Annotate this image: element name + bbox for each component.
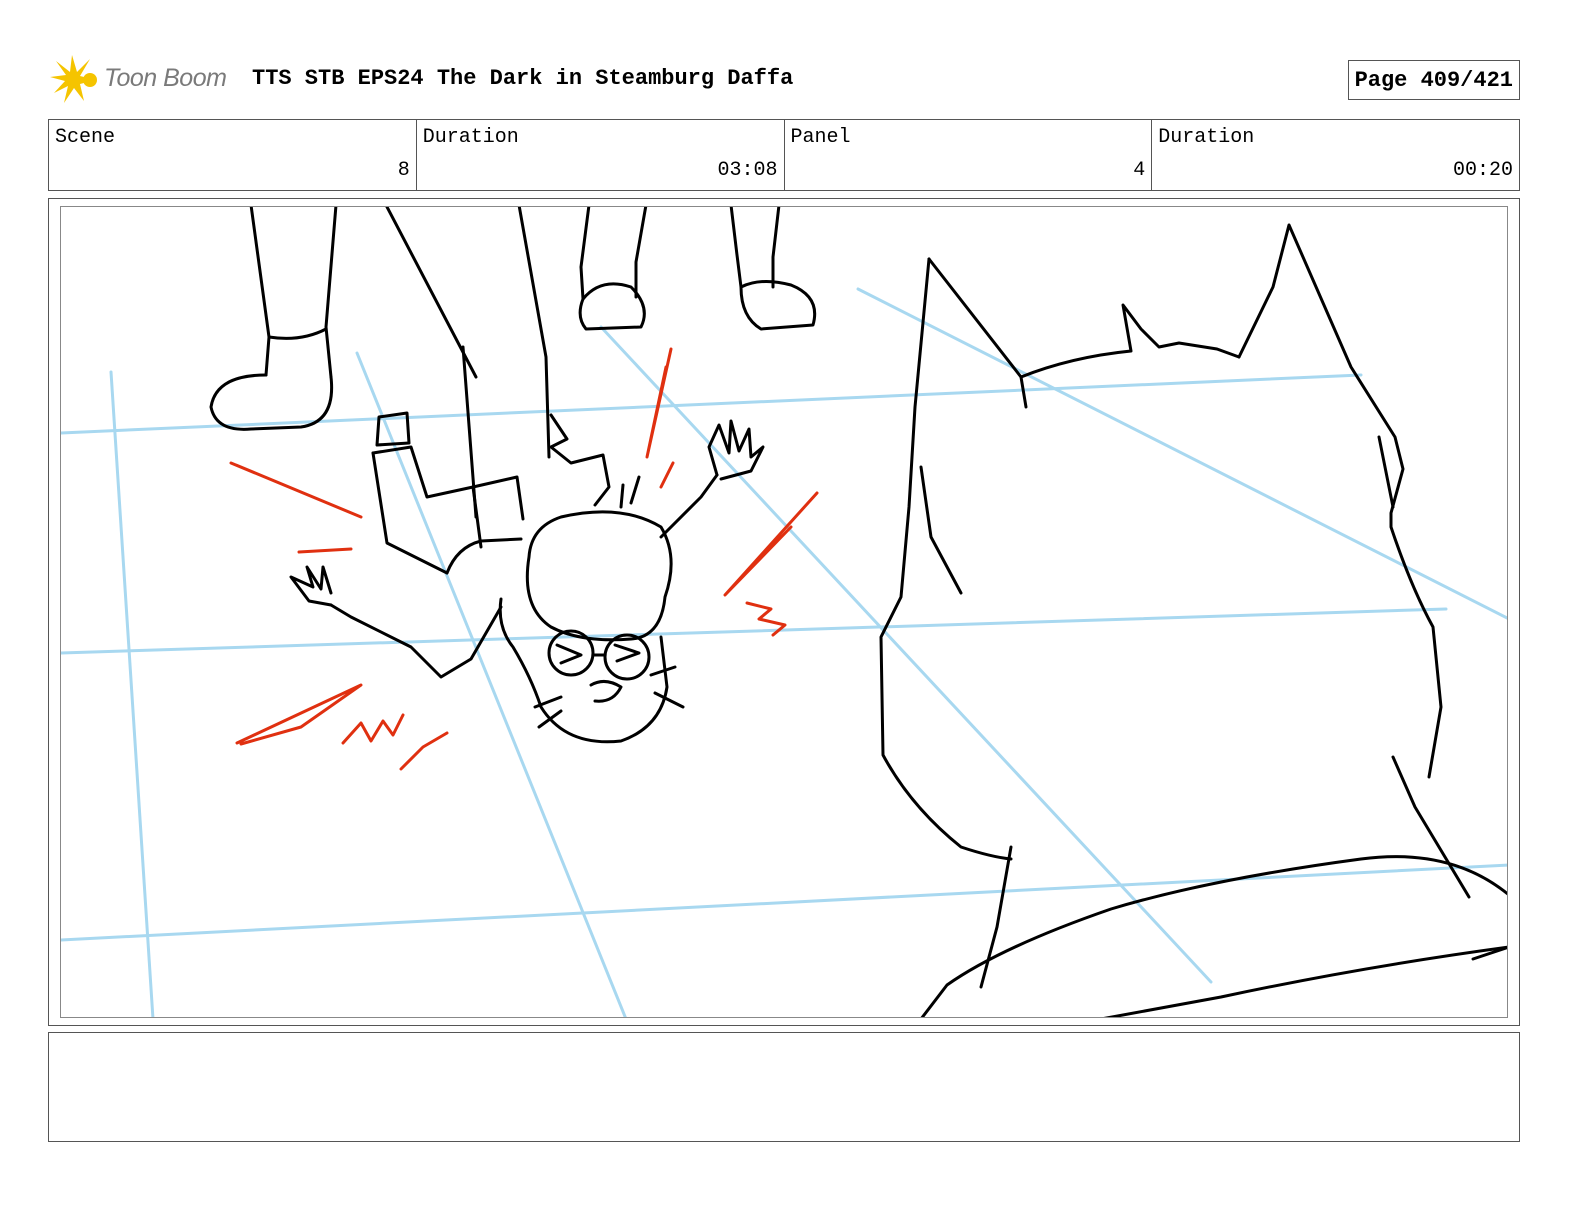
panel-duration-cell: Duration 00:20 <box>1152 120 1519 190</box>
logo-text: Toon Boom <box>104 64 227 92</box>
panel-duration-label: Duration <box>1158 126 1255 149</box>
scene-duration-label: Duration <box>422 126 519 149</box>
scene-info-row: Scene 8 Duration 03:08 Panel 4 Duration … <box>48 119 1520 191</box>
perspective-guides <box>61 287 1507 1017</box>
scene-duration-value: 03:08 <box>717 159 778 182</box>
scene-label: Scene <box>55 126 116 149</box>
panel-value: 4 <box>1133 159 1146 182</box>
panel-cell: Panel 4 <box>785 120 1153 190</box>
storyboard-panel <box>48 198 1520 1026</box>
panel-notes <box>48 1032 1520 1142</box>
toon-boom-logo: Toon Boom <box>48 52 248 108</box>
scene-duration-cell: Duration 03:08 <box>417 120 785 190</box>
page-number: Page 409/421 <box>1347 60 1520 100</box>
panel-duration-value: 00:20 <box>1452 159 1513 182</box>
starburst-icon <box>50 55 97 103</box>
document-title: TTS STB EPS24 The Dark in Steamburg Daff… <box>252 66 794 91</box>
panel-sketch <box>61 207 1507 1017</box>
panel-frame <box>60 206 1508 1018</box>
scene-value: 8 <box>397 159 410 182</box>
panel-label: Panel <box>790 126 851 149</box>
page-header: Toon Boom TTS STB EPS24 The Dark in Stea… <box>48 52 1520 108</box>
scene-cell: Scene 8 <box>49 120 417 190</box>
